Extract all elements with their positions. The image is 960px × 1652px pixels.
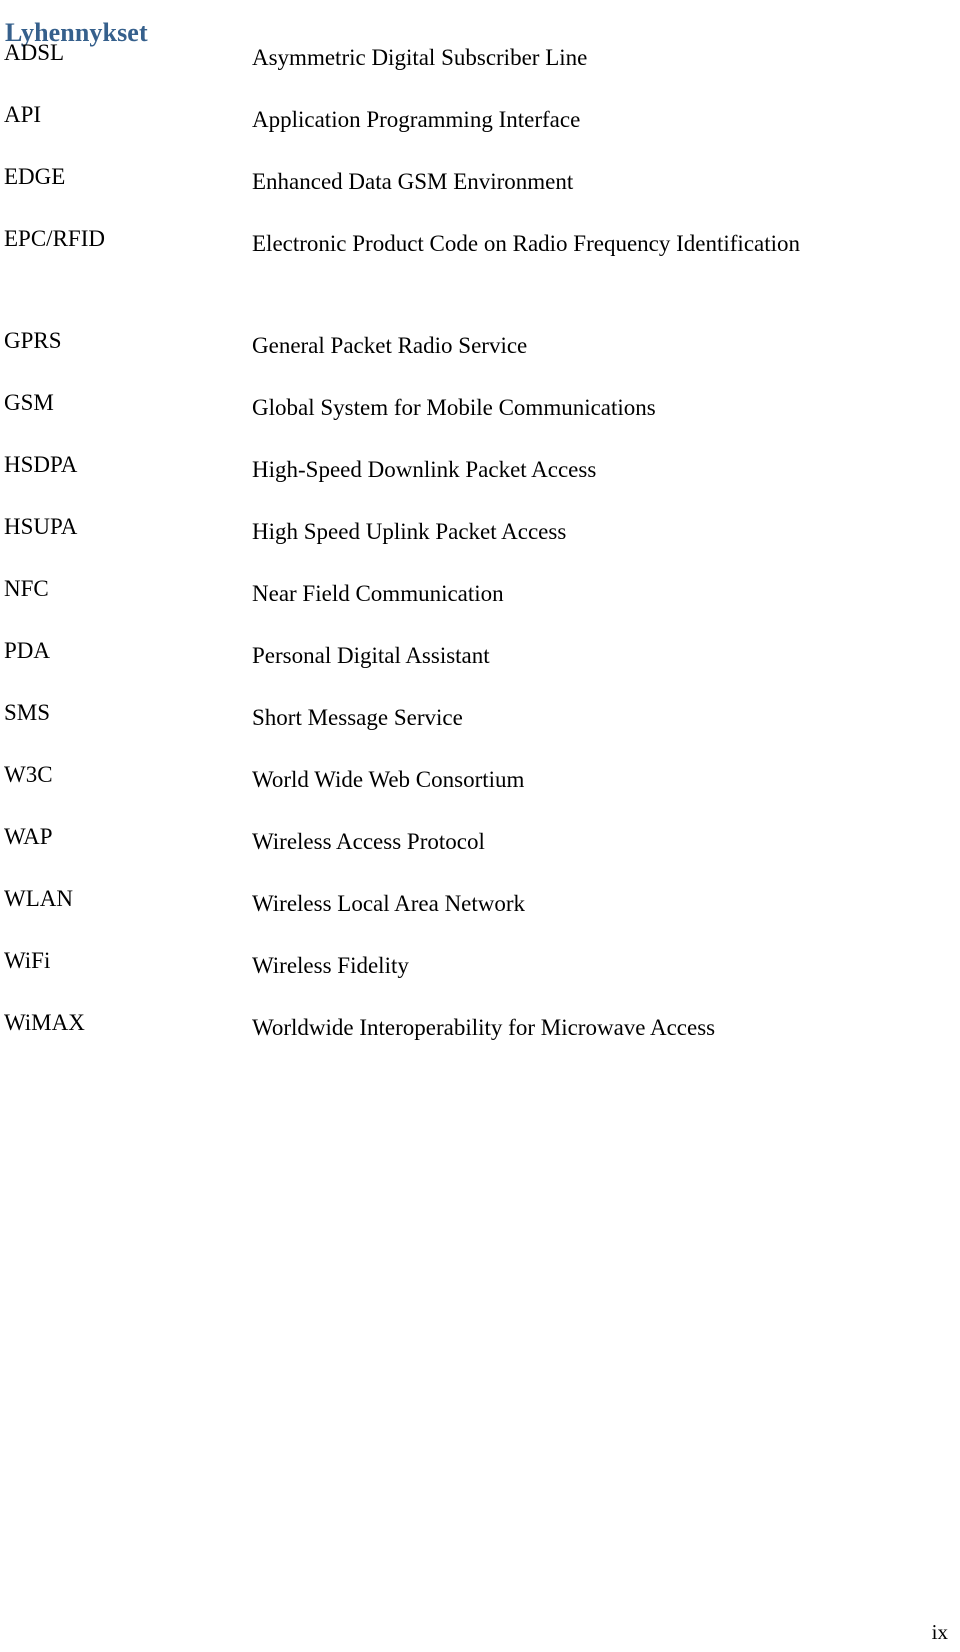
abbreviation-definition: Asymmetric Digital Subscriber Line: [252, 45, 588, 70]
abbreviation-term: GPRS: [4, 328, 62, 353]
abbreviation-entry: GPRS General Packet Radio Service: [0, 326, 960, 388]
abbreviation-term: WAP: [4, 824, 53, 849]
abbreviation-definition: High-Speed Downlink Packet Access: [252, 457, 597, 482]
abbreviation-entry: SMS Short Message Service: [0, 698, 960, 760]
abbreviation-term: WiMAX: [4, 1010, 85, 1035]
abbreviation-term: SMS: [4, 700, 51, 725]
abbreviation-definition: Wireless Local Area Network: [252, 891, 526, 916]
abbreviation-definition: Personal Digital Assistant: [252, 643, 490, 668]
page-number: ix: [931, 1620, 948, 1644]
abbreviation-entry: HSUPA High Speed Uplink Packet Access: [0, 512, 960, 574]
abbreviation-term: ADSL: [4, 40, 65, 65]
abbreviation-term: WiFi: [4, 948, 51, 973]
abbreviation-entry: WLAN Wireless Local Area Network: [0, 884, 960, 946]
abbreviation-term: EPC/RFID: [4, 226, 105, 251]
abbreviation-definition: Application Programming Interface: [252, 107, 581, 132]
abbreviation-definition: Wireless Access Protocol: [252, 829, 485, 854]
abbreviation-entry: WAP Wireless Access Protocol: [0, 822, 960, 884]
abbreviation-entry: NFC Near Field Communication: [0, 574, 960, 636]
abbreviation-entry: WiMAX Worldwide Interoperability for Micr…: [0, 1008, 960, 1070]
abbreviation-definition: Global System for Mobile Communications: [252, 395, 656, 420]
abbreviations-list: ADSL Asymmetric Digital Subscriber Line AP…: [0, 38, 960, 1070]
document-page: Lyhennykset ADSL Asymmetric Digital Subsc…: [0, 0, 960, 1652]
abbreviation-entry: WiFi Wireless Fidelity: [0, 946, 960, 1008]
abbreviation-term: PDA: [4, 638, 51, 663]
abbreviation-definition: High Speed Uplink Packet Access: [252, 519, 567, 544]
abbreviation-term: W3C: [4, 762, 53, 787]
abbreviation-term: NFC: [4, 576, 49, 601]
abbreviation-definition: Wireless Fidelity: [252, 953, 409, 978]
abbreviation-term: API: [4, 102, 42, 127]
abbreviation-entry: W3C World Wide Web Consortium: [0, 760, 960, 822]
abbreviation-definition: Enhanced Data GSM Environment: [252, 169, 574, 194]
abbreviation-entry: API Application Programming Interface: [0, 100, 960, 162]
abbreviation-term: WLAN: [4, 886, 73, 911]
abbreviation-term: HSDPA: [4, 452, 78, 477]
abbreviation-entry: EDGE Enhanced Data GSM Environment: [0, 162, 960, 224]
abbreviation-definition: Electronic Product Code on Radio Frequen…: [252, 231, 801, 256]
abbreviation-entry: ADSL Asymmetric Digital Subscriber Line: [0, 38, 960, 100]
abbreviation-entry: EPC/RFID Electronic Product Code on Radio…: [0, 224, 960, 326]
abbreviation-definition: Near Field Communication: [252, 581, 504, 606]
abbreviation-definition: Worldwide Interoperability for Microwave…: [252, 1015, 716, 1040]
abbreviation-entry: HSDPA High-Speed Downlink Packet Access: [0, 450, 960, 512]
abbreviation-definition: General Packet Radio Service: [252, 333, 528, 358]
abbreviation-term: HSUPA: [4, 514, 78, 539]
abbreviation-entry: GSM Global System for Mobile Communicatio…: [0, 388, 960, 450]
abbreviation-entry: PDA Personal Digital Assistant: [0, 636, 960, 698]
abbreviation-term: EDGE: [4, 164, 66, 189]
abbreviation-definition: Short Message Service: [252, 705, 463, 730]
abbreviation-term: GSM: [4, 390, 54, 415]
abbreviation-definition: World Wide Web Consortium: [252, 767, 525, 792]
